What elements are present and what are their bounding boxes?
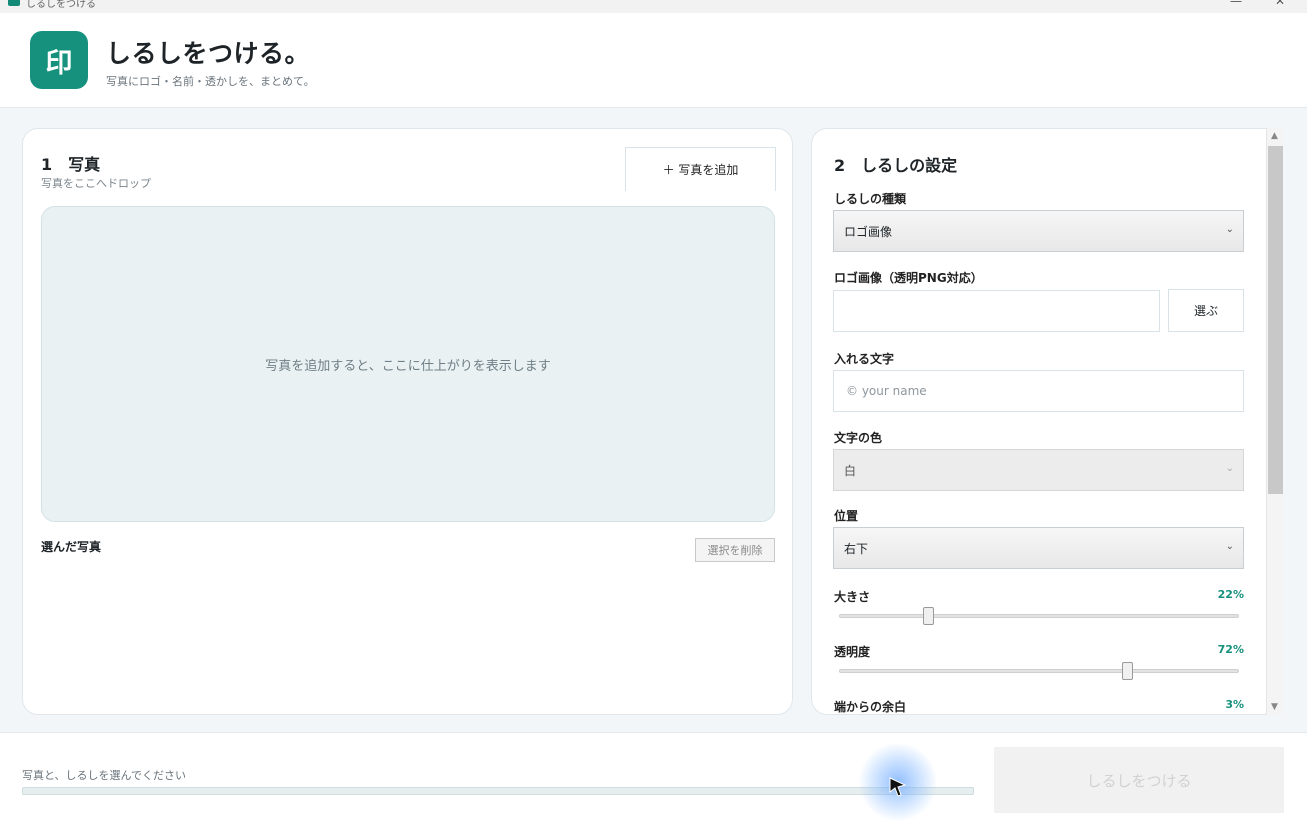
size-slider-thumb[interactable]: [922, 607, 934, 625]
app-header: 印 しるしをつける。 写真にロゴ・名前・透かしを、まとめて。: [0, 13, 1307, 108]
pointer-cursor-icon: [889, 777, 907, 797]
drop-area-message: 写真を追加すると、ここに仕上がりを表示します: [265, 358, 551, 374]
apply-mark-button[interactable]: しるしをつける: [994, 747, 1284, 813]
mark-type-label: しるしの種類: [834, 192, 907, 206]
photos-section-subtitle: 写真をここへドロップ: [41, 177, 151, 190]
scroll-up-arrow-icon[interactable]: ▲: [1271, 131, 1278, 141]
delete-selection-button[interactable]: 選択を削除: [695, 538, 775, 562]
window-title: しるしをつける: [26, 0, 96, 10]
mark-text-input[interactable]: © your name: [833, 370, 1244, 412]
photos-panel: 1 写真 写真をここへドロップ ＋ 写真を追加 写真を追加すると、ここに仕上がり…: [22, 128, 793, 715]
opacity-slider-thumb[interactable]: [1121, 662, 1133, 680]
scrollbar-thumb[interactable]: [1268, 146, 1283, 494]
position-label: 位置: [834, 509, 859, 523]
close-button[interactable]: ✕: [1275, 0, 1285, 8]
position-value: 右下: [844, 541, 869, 556]
settings-section-title: 2 しるしの設定: [834, 156, 958, 175]
photo-drop-area[interactable]: 写真を追加すると、ここに仕上がりを表示します: [41, 206, 775, 522]
status-message: 写真と、しるしを選んでください: [22, 769, 187, 782]
position-select[interactable]: 右下 ⌄: [833, 527, 1244, 569]
opacity-label: 透明度: [834, 645, 871, 659]
choose-logo-button[interactable]: 選ぶ: [1168, 289, 1244, 332]
add-photo-button[interactable]: ＋ 写真を追加: [625, 147, 776, 191]
opacity-value: 72%: [1217, 643, 1244, 656]
opacity-slider[interactable]: [839, 662, 1239, 680]
progress-bar: [22, 787, 974, 795]
app-logo: 印: [30, 31, 88, 89]
minimize-button[interactable]: —: [1230, 0, 1242, 8]
text-color-value: 白: [844, 463, 857, 478]
chevron-down-icon: ⌄: [1225, 224, 1234, 235]
edge-margin-label: 端からの余白: [834, 700, 907, 714]
text-color-select[interactable]: 白 ⌄: [833, 449, 1244, 491]
settings-panel: 2 しるしの設定 しるしの種類 ロゴ画像 ⌄ ロゴ画像（透明PNG対応） 選ぶ …: [811, 128, 1268, 715]
mark-type-value: ロゴ画像: [844, 224, 893, 239]
app-name: しるしをつける。: [106, 39, 311, 68]
text-color-label: 文字の色: [834, 431, 883, 445]
footer-bar: 写真と、しるしを選んでください しるしをつける: [0, 732, 1307, 827]
logo-path-field[interactable]: [833, 290, 1160, 332]
app-window-icon: [8, 0, 20, 6]
chevron-down-icon: ⌄: [1225, 541, 1234, 552]
logo-image-label: ロゴ画像（透明PNG対応）: [834, 271, 983, 285]
scroll-down-arrow-icon[interactable]: ▼: [1271, 702, 1278, 712]
app-subtitle: 写真にロゴ・名前・透かしを、まとめて。: [106, 75, 315, 88]
settings-scrollbar[interactable]: ▲ ▼: [1266, 128, 1283, 715]
edge-margin-value: 3%: [1225, 698, 1244, 711]
text-label: 入れる文字: [834, 352, 895, 366]
size-label: 大きさ: [834, 590, 871, 604]
chevron-down-icon: ⌄: [1225, 463, 1234, 474]
selected-photos-label: 選んだ写真: [41, 540, 102, 554]
size-value: 22%: [1217, 588, 1244, 601]
photos-section-title: 1 写真: [41, 155, 101, 174]
window-titlebar: しるしをつける — ✕: [0, 0, 1307, 13]
size-slider[interactable]: [839, 607, 1239, 625]
mark-type-select[interactable]: ロゴ画像 ⌄: [833, 210, 1244, 252]
